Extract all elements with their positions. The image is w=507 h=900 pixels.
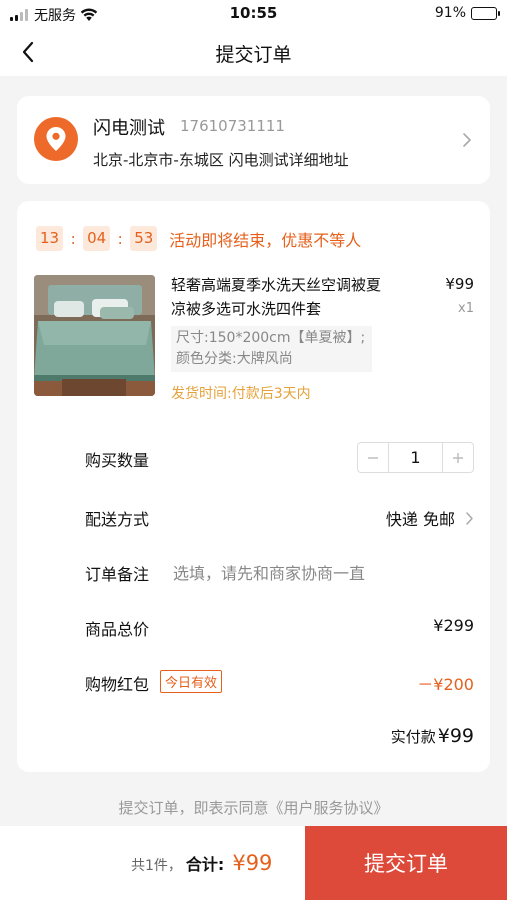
product-spec: 尺寸:150*200cm【单夏被】;颜色分类:大牌风尚 [171,326,372,372]
total-value: ¥99 [232,851,273,875]
agreement-link[interactable]: 提交订单，即表示同意《用户服务协议》 [0,797,507,818]
coupon-discount[interactable]: －¥200 [417,671,474,695]
remark-label: 订单备注 [85,565,150,584]
countdown-timer: 13 : 04 : 53 活动即将结束，优惠不等人 [36,226,361,251]
countdown-minutes: 04 [83,226,111,251]
decrement-button[interactable] [358,443,388,472]
quantity-value[interactable]: 1 [388,443,443,472]
recipient-phone: 17610731111 [180,117,285,135]
delivery-selector[interactable]: 快递 免邮 [386,506,474,530]
chevron-right-icon [466,511,473,525]
chevron-right-icon [463,133,471,147]
nav-bar: 提交订单 [0,28,507,76]
submit-order-button[interactable]: 提交订单 [305,826,507,900]
subtotal-value: ¥299 [433,616,474,635]
order-card: 13 : 04 : 53 活动即将结束，优惠不等人 轻奢高端夏季水洗天丝空调被夏… [17,201,490,772]
paid-amount: 实付款 ¥99 [391,725,474,747]
status-bar: 无服务 10:55 91% [0,0,507,28]
increment-button[interactable] [443,443,473,472]
countdown-message: 活动即将结束，优惠不等人 [169,230,362,250]
bottom-bar: 共1件， 合计: ¥99 提交订单 [0,826,507,900]
quantity-label: 购买数量 [85,451,150,470]
product-image[interactable] [34,275,155,396]
delivery-value: 快递 免邮 [385,510,455,529]
countdown-hours: 13 [36,226,64,251]
recipient-name: 闪电测试 [93,118,165,139]
minus-icon [368,456,378,459]
delivery-label: 配送方式 [85,510,150,529]
product-title: 轻奢高端夏季水洗天丝空调被夏凉被多选可水洗四件套 [171,276,382,318]
coupon-label: 购物红包 [85,675,150,694]
plus-icon [453,452,463,463]
paid-label: 实付款 [390,728,436,746]
quantity-stepper[interactable]: 1 [357,442,474,473]
remark-input[interactable] [173,559,463,587]
status-time: 10:55 [229,4,278,22]
product-quantity: x1 [458,301,474,316]
coupon-validity-badge: 今日有效 [160,670,223,693]
subtotal-label: 商品总价 [85,620,150,639]
location-pin-icon [34,117,78,161]
battery-icon [471,6,500,20]
countdown-separator: : [117,229,123,248]
item-count: 共1件， [131,858,182,874]
status-right: 91% [434,5,500,21]
countdown-separator: : [70,229,76,248]
page-title: 提交订单 [215,44,292,66]
battery-percent: 91% [434,5,466,21]
order-summary: 共1件， 合计: ¥99 [131,851,272,875]
address-detail: 北京-北京市-东城区 闪电测试详细地址 [93,151,349,169]
address-card[interactable]: 闪电测试 17610731111 北京-北京市-东城区 闪电测试详细地址 [17,96,490,184]
ship-time: 发货时间:付款后3天内 [171,386,311,402]
paid-value: ¥99 [437,725,474,747]
countdown-seconds: 53 [130,226,158,251]
product-price: ¥99 [445,275,474,293]
total-label: 合计: [185,855,225,874]
